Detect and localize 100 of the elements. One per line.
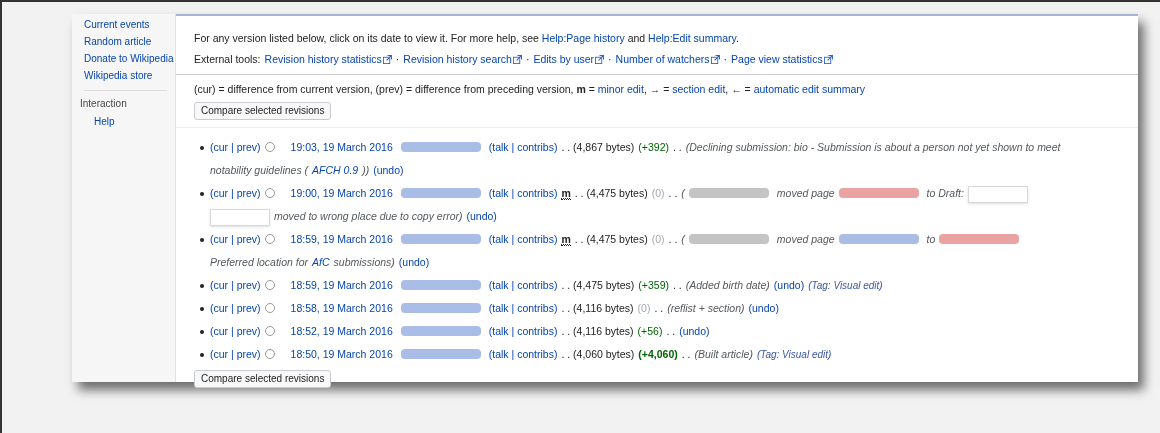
edit-summary-text: to Draft: <box>926 187 964 199</box>
date-link[interactable]: 19:00, 19 March 2016 <box>290 187 393 199</box>
text: . . <box>673 141 682 153</box>
link[interactable]: (cur | prev) <box>210 279 261 291</box>
blank-box <box>967 185 1028 203</box>
link[interactable]: (undo) <box>748 302 779 314</box>
link[interactable]: (talk | contribs) <box>488 233 558 245</box>
text: and <box>626 32 647 44</box>
tag-label: (Tag: Visual edit) <box>756 349 832 360</box>
external-link-icon <box>382 55 392 64</box>
link[interactable]: (talk | contribs) <box>488 279 558 291</box>
separator-dot: · <box>395 52 400 67</box>
link[interactable]: Help:Page history <box>541 32 625 44</box>
compare-button[interactable]: Compare selected revisions <box>194 370 332 388</box>
text: . . <box>668 187 678 199</box>
edit-summary-text: (Added birth date) <box>685 279 770 291</box>
radio-button[interactable] <box>264 280 275 290</box>
date-link[interactable]: 19:03, 19 March 2016 <box>290 141 393 153</box>
blank-box <box>210 208 270 226</box>
edit-summary-text: moved page <box>776 233 835 245</box>
link[interactable]: (talk | contribs) <box>488 141 558 153</box>
link[interactable]: (undo) <box>398 256 430 268</box>
link[interactable]: (talk | contribs) <box>488 325 558 337</box>
edit-summary-text: (reflist + section) <box>667 302 745 314</box>
link[interactable]: AfC <box>312 256 330 268</box>
text: (cur) = difference from current version, (prev) = difference from preceding version, <box>194 83 575 95</box>
text: . . (4,475 bytes) <box>561 279 635 291</box>
external-tools-label: External tools: <box>194 52 261 67</box>
text: . . <box>654 302 664 314</box>
radio-button[interactable] <box>264 188 275 198</box>
radio-button[interactable] <box>264 326 275 336</box>
date-link[interactable]: 18:59, 19 March 2016 <box>290 279 393 291</box>
text: . . <box>666 325 676 337</box>
external-link-icon <box>710 55 720 64</box>
external-link[interactable]: Revision history statistics <box>264 49 392 70</box>
byte-change: (0) <box>651 187 665 199</box>
link[interactable]: (undo) <box>773 279 805 291</box>
bullet-icon <box>200 238 204 242</box>
text: . . (4,475 bytes) <box>574 233 648 245</box>
link[interactable]: (undo) <box>679 325 710 337</box>
external-link[interactable]: Page view statistics <box>731 49 833 70</box>
link[interactable]: (talk | contribs) <box>488 187 558 199</box>
edit-summary-text: moved to wrong place due to copy error) <box>274 210 463 222</box>
link[interactable]: automatic edit summary <box>753 83 866 95</box>
bullet-icon <box>200 353 204 357</box>
link[interactable]: Help:Edit summary <box>648 32 736 44</box>
link[interactable]: (talk | contribs) <box>488 348 558 360</box>
text: . . (4,475 bytes) <box>574 187 648 199</box>
text: . . (4,867 bytes) <box>561 141 635 153</box>
bullet-icon <box>200 146 204 150</box>
date-link[interactable]: 18:52, 19 March 2016 <box>290 325 393 337</box>
text: , → = <box>643 83 671 95</box>
link[interactable]: (cur | prev) <box>210 187 261 199</box>
external-link-icon <box>595 55 605 64</box>
edit-summary-text: submissions) <box>333 256 395 268</box>
text: . <box>736 32 739 44</box>
link[interactable]: (cur | prev) <box>210 348 261 360</box>
byte-change: (+392) <box>638 141 669 153</box>
byte-change: (+56) <box>637 325 663 337</box>
edit-summary-text: (Declining submission: bio - Submission is about a person not yet shown to meet <box>685 141 1061 153</box>
byte-change: (+359) <box>638 279 669 291</box>
sidebar-link[interactable]: Current events <box>84 16 175 33</box>
compare-button[interactable]: Compare selected revisions <box>194 102 332 120</box>
link[interactable]: AFCH 0.9 <box>312 164 359 176</box>
external-link[interactable]: Edits by user <box>533 49 605 70</box>
text: For any version listed below, click on its date to view it. For more help, see <box>194 32 540 44</box>
edit-summary-text: to <box>926 233 936 245</box>
link[interactable]: (cur | prev) <box>210 233 261 245</box>
date-link[interactable]: 18:50, 19 March 2016 <box>290 348 393 360</box>
external-link[interactable]: Revision history search <box>403 49 522 70</box>
text: . . (4,116 bytes) <box>561 302 634 314</box>
radio-button[interactable] <box>264 234 275 244</box>
sidebar-link[interactable]: Help <box>84 113 175 131</box>
link[interactable]: (cur | prev) <box>210 302 261 314</box>
byte-change: (0) <box>637 302 651 314</box>
text: = <box>587 83 596 95</box>
edit-summary-text: ( <box>681 187 685 199</box>
sidebar-link[interactable]: Donate to Wikipedia <box>84 50 175 67</box>
radio-button[interactable] <box>264 349 275 359</box>
date-link[interactable]: 18:59, 19 March 2016 <box>290 233 393 245</box>
sidebar-link[interactable]: Random article <box>84 33 175 50</box>
link[interactable]: (undo) <box>373 164 404 176</box>
text: . . (4,060 bytes) <box>561 348 635 360</box>
minor-edit-mark: m <box>561 233 571 246</box>
link[interactable]: (undo) <box>466 210 497 222</box>
link[interactable]: minor edit <box>597 83 644 95</box>
radio-button[interactable] <box>264 142 275 152</box>
link[interactable]: (talk | contribs) <box>488 302 558 314</box>
tag-label: (Tag: Visual edit) <box>808 280 883 291</box>
text: . . (4,116 bytes) <box>561 325 634 337</box>
byte-change: (+4,060) <box>638 348 678 360</box>
separator-dot: · <box>723 52 728 67</box>
link[interactable]: (cur | prev) <box>210 325 261 337</box>
sidebar-link[interactable]: Wikipedia store <box>84 67 175 84</box>
radio-button[interactable] <box>264 303 275 313</box>
link[interactable]: (cur | prev) <box>210 141 261 153</box>
date-link[interactable]: 18:58, 19 March 2016 <box>290 302 393 314</box>
separator-dot: · <box>608 52 612 67</box>
external-link[interactable]: Number of watchers <box>615 49 720 70</box>
separator-dot: · <box>525 52 530 67</box>
